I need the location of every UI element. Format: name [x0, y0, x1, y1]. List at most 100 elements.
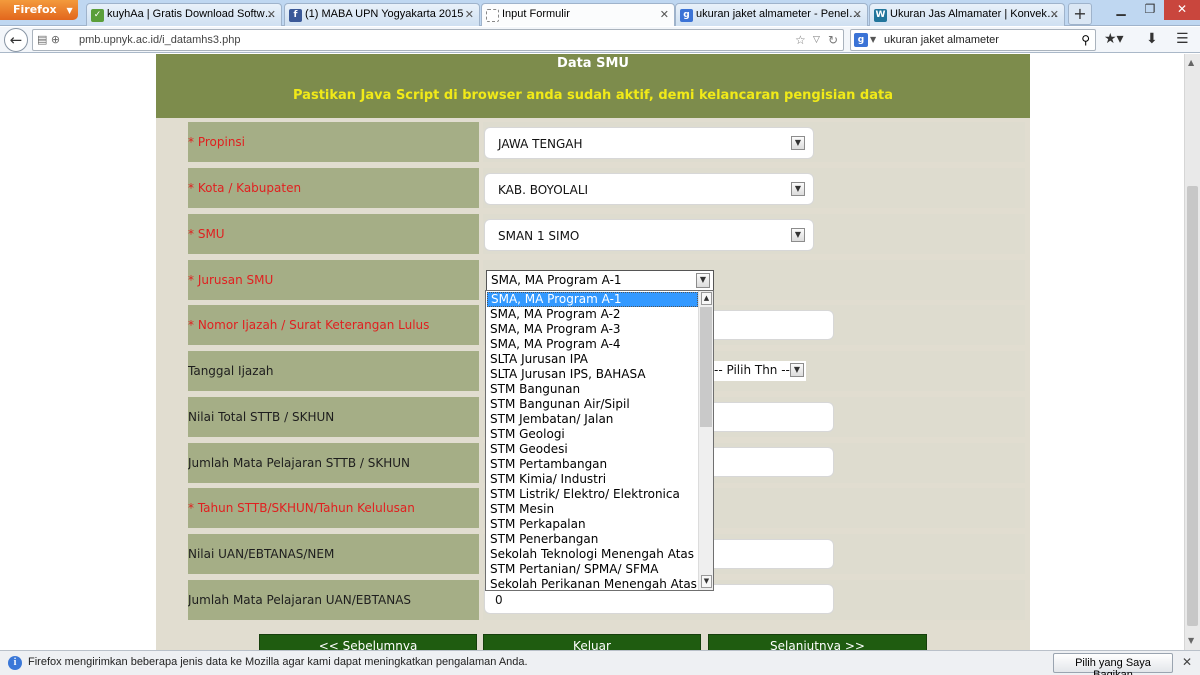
- propinsi-select[interactable]: JAWA TENGAH ▼: [484, 127, 814, 159]
- next-button[interactable]: Selanjutnya >>: [708, 634, 927, 650]
- address-bar[interactable]: ▤ ⊕ pmb.upnyk.ac.id/i_datamhs3.php ☆ ▽ ↻: [32, 29, 844, 51]
- nomor-ijazah-input[interactable]: [700, 310, 834, 340]
- dropdown-option[interactable]: STM Bangunan Air/Sipil: [487, 397, 698, 412]
- scroll-up-icon[interactable]: ▲: [701, 292, 712, 305]
- tanggal-ijazah-year-select[interactable]: -- Pilih Thn --- ▼: [712, 361, 806, 381]
- chevron-down-icon[interactable]: ▼: [870, 35, 876, 44]
- scroll-up-icon[interactable]: ▲: [1188, 58, 1194, 67]
- close-tab-icon[interactable]: ✕: [660, 8, 669, 21]
- close-tab-icon[interactable]: ✕: [1050, 8, 1059, 21]
- label-text: Nomor Ijazah / Surat Keterangan Lulus: [197, 318, 430, 332]
- search-icon[interactable]: ⚲: [1081, 33, 1090, 47]
- tab-input-formulir[interactable]: Input Formulir ✕: [481, 3, 675, 26]
- label-nomor-ijazah: * Nomor Ijazah / Surat Keterangan Lulus: [188, 305, 479, 345]
- tab-kuyhaa[interactable]: ✓ kuyhAa | Gratis Download Softw… ✕: [86, 3, 282, 26]
- tab-title: Ukuran Jas Almamater | Konvek…: [890, 8, 1058, 20]
- close-window-button[interactable]: ✕: [1164, 0, 1200, 20]
- exit-button[interactable]: Keluar: [483, 634, 701, 650]
- google-icon: g: [680, 9, 693, 22]
- menu-icon[interactable]: ☰: [1176, 31, 1189, 47]
- dropdown-option[interactable]: STM Geodesi: [487, 442, 698, 457]
- chevron-down-icon[interactable]: ▼: [791, 182, 805, 196]
- dropdown-option[interactable]: SMA, MA Program A-1: [487, 292, 698, 307]
- bookmarks-menu-icon[interactable]: ★▾: [1104, 31, 1124, 47]
- site-identity-icon[interactable]: ▤ ⊕: [37, 33, 60, 46]
- restore-icon: ❐: [1144, 2, 1156, 16]
- nilai-total-sttb-input[interactable]: [700, 402, 834, 432]
- dropdown-option[interactable]: SMA, MA Program A-3: [487, 322, 698, 337]
- notification-text: Firefox mengirimkan beberapa jenis data …: [28, 656, 528, 668]
- back-button[interactable]: ←: [4, 28, 28, 52]
- form-header: Data SMU Pastikan Java Script di browser…: [156, 54, 1030, 118]
- required-marker: *: [188, 227, 194, 241]
- search-bar[interactable]: g ▼ ukuran jaket almameter ⚲: [850, 29, 1096, 51]
- select-value: KAB. BOYOLALI: [498, 183, 589, 197]
- nilai-uan-input[interactable]: [700, 539, 834, 569]
- google-icon[interactable]: g: [854, 33, 868, 47]
- close-tab-icon[interactable]: ✕: [465, 8, 474, 21]
- dropdown-option[interactable]: STM Pertambangan: [487, 457, 698, 472]
- facebook-icon: f: [289, 9, 302, 22]
- page-viewport: Data SMU Pastikan Java Script di browser…: [0, 54, 1184, 650]
- dropdown-option[interactable]: STM Pertanian/ SPMA/ SFMA: [487, 562, 698, 577]
- scroll-down-icon[interactable]: ▼: [701, 575, 712, 588]
- kota-kabupaten-select[interactable]: KAB. BOYOLALI ▼: [484, 173, 814, 205]
- new-tab-button[interactable]: +: [1068, 3, 1092, 25]
- dropdown-arrow-icon[interactable]: ▽: [813, 35, 820, 45]
- label-text: SMU: [197, 227, 225, 241]
- dropdown-option[interactable]: STM Geologi: [487, 427, 698, 442]
- dropdown-option[interactable]: STM Mesin: [487, 502, 698, 517]
- close-tab-icon[interactable]: ✕: [853, 8, 862, 21]
- label-jumlah-mapel-sttb: Jumlah Mata Pelajaran STTB / SKHUN: [188, 443, 479, 483]
- scroll-thumb[interactable]: [1187, 186, 1198, 626]
- dropdown-option[interactable]: STM Bangunan: [487, 382, 698, 397]
- chevron-down-icon[interactable]: ▼: [790, 363, 804, 377]
- smu-select[interactable]: SMAN 1 SIMO ▼: [484, 219, 814, 251]
- previous-button-label: << Sebelumnya: [318, 639, 418, 650]
- minimize-button[interactable]: ▁: [1106, 0, 1136, 20]
- jumlah-mapel-sttb-input[interactable]: [700, 447, 834, 477]
- bookmark-star-icon[interactable]: ☆: [795, 33, 806, 47]
- chevron-down-icon[interactable]: ▼: [696, 273, 710, 288]
- jurusan-dropdown-list[interactable]: SMA, MA Program A-1 SMA, MA Program A-2 …: [485, 290, 714, 591]
- close-icon[interactable]: ✕: [1182, 655, 1192, 669]
- dropdown-option[interactable]: SMA, MA Program A-2: [487, 307, 698, 322]
- page-scrollbar[interactable]: ▲ ▼: [1184, 54, 1200, 650]
- label-text: Jumlah Mata Pelajaran STTB / SKHUN: [188, 456, 411, 470]
- choose-what-i-share-button[interactable]: Pilih yang Saya Bagikan: [1053, 653, 1173, 675]
- info-icon: i: [8, 656, 22, 670]
- firefox-menu-button[interactable]: Firefox ▼: [0, 0, 78, 20]
- download-icon[interactable]: ⬇: [1146, 31, 1158, 47]
- dropdown-option[interactable]: SMA, MA Program A-4: [487, 337, 698, 352]
- search-input-text: ukuran jaket almameter: [884, 34, 999, 46]
- close-tab-icon[interactable]: ✕: [267, 8, 276, 21]
- tab-maba-upn[interactable]: f (1) MABA UPN Yogyakarta 2015 ✕: [284, 3, 480, 26]
- page-title: Data SMU: [557, 56, 629, 71]
- dropdown-option[interactable]: STM Penerbangan: [487, 532, 698, 547]
- tab-ukuran-jas[interactable]: W Ukuran Jas Almamater | Konvek… ✕: [869, 3, 1065, 26]
- tab-title: kuyhAa | Gratis Download Softw…: [107, 8, 276, 20]
- dropdown-option[interactable]: STM Perkapalan: [487, 517, 698, 532]
- select-value: -- Pilih Thn ---: [714, 363, 795, 377]
- chevron-down-icon[interactable]: ▼: [791, 228, 805, 242]
- previous-button[interactable]: << Sebelumnya: [259, 634, 477, 650]
- dropdown-option[interactable]: STM Jembatan/ Jalan: [487, 412, 698, 427]
- maximize-button[interactable]: ❐: [1136, 0, 1164, 20]
- jurusan-smu-select[interactable]: SMA, MA Program A-1 ▼: [486, 270, 714, 291]
- select-value: SMAN 1 SIMO: [498, 229, 580, 243]
- dropdown-option[interactable]: SLTA Jurusan IPA: [487, 352, 698, 367]
- reload-icon[interactable]: ↻: [828, 33, 838, 47]
- label-tahun-kelulusan: * Tahun STTB/SKHUN/Tahun Kelulusan: [188, 488, 479, 528]
- url-text: pmb.upnyk.ac.id/i_datamhs3.php: [79, 34, 241, 46]
- chevron-down-icon[interactable]: ▼: [791, 136, 805, 150]
- scroll-down-icon[interactable]: ▼: [1188, 636, 1194, 645]
- tab-ukuran-jaket[interactable]: g ukuran jaket almameter - Penel… ✕: [675, 3, 868, 26]
- dropdown-scrollbar[interactable]: ▲ ▼: [698, 291, 713, 590]
- dropdown-option[interactable]: STM Listrik/ Elektro/ Elektronica: [487, 487, 698, 502]
- scroll-thumb[interactable]: [700, 307, 712, 427]
- dropdown-option[interactable]: SLTA Jurusan IPS, BAHASA: [487, 367, 698, 382]
- dropdown-option[interactable]: Sekolah Perikanan Menengah Atas: [487, 577, 698, 590]
- label-propinsi: * Propinsi: [188, 122, 479, 162]
- dropdown-option[interactable]: STM Kimia/ Industri: [487, 472, 698, 487]
- dropdown-option[interactable]: Sekolah Teknologi Menengah Atas: [487, 547, 698, 562]
